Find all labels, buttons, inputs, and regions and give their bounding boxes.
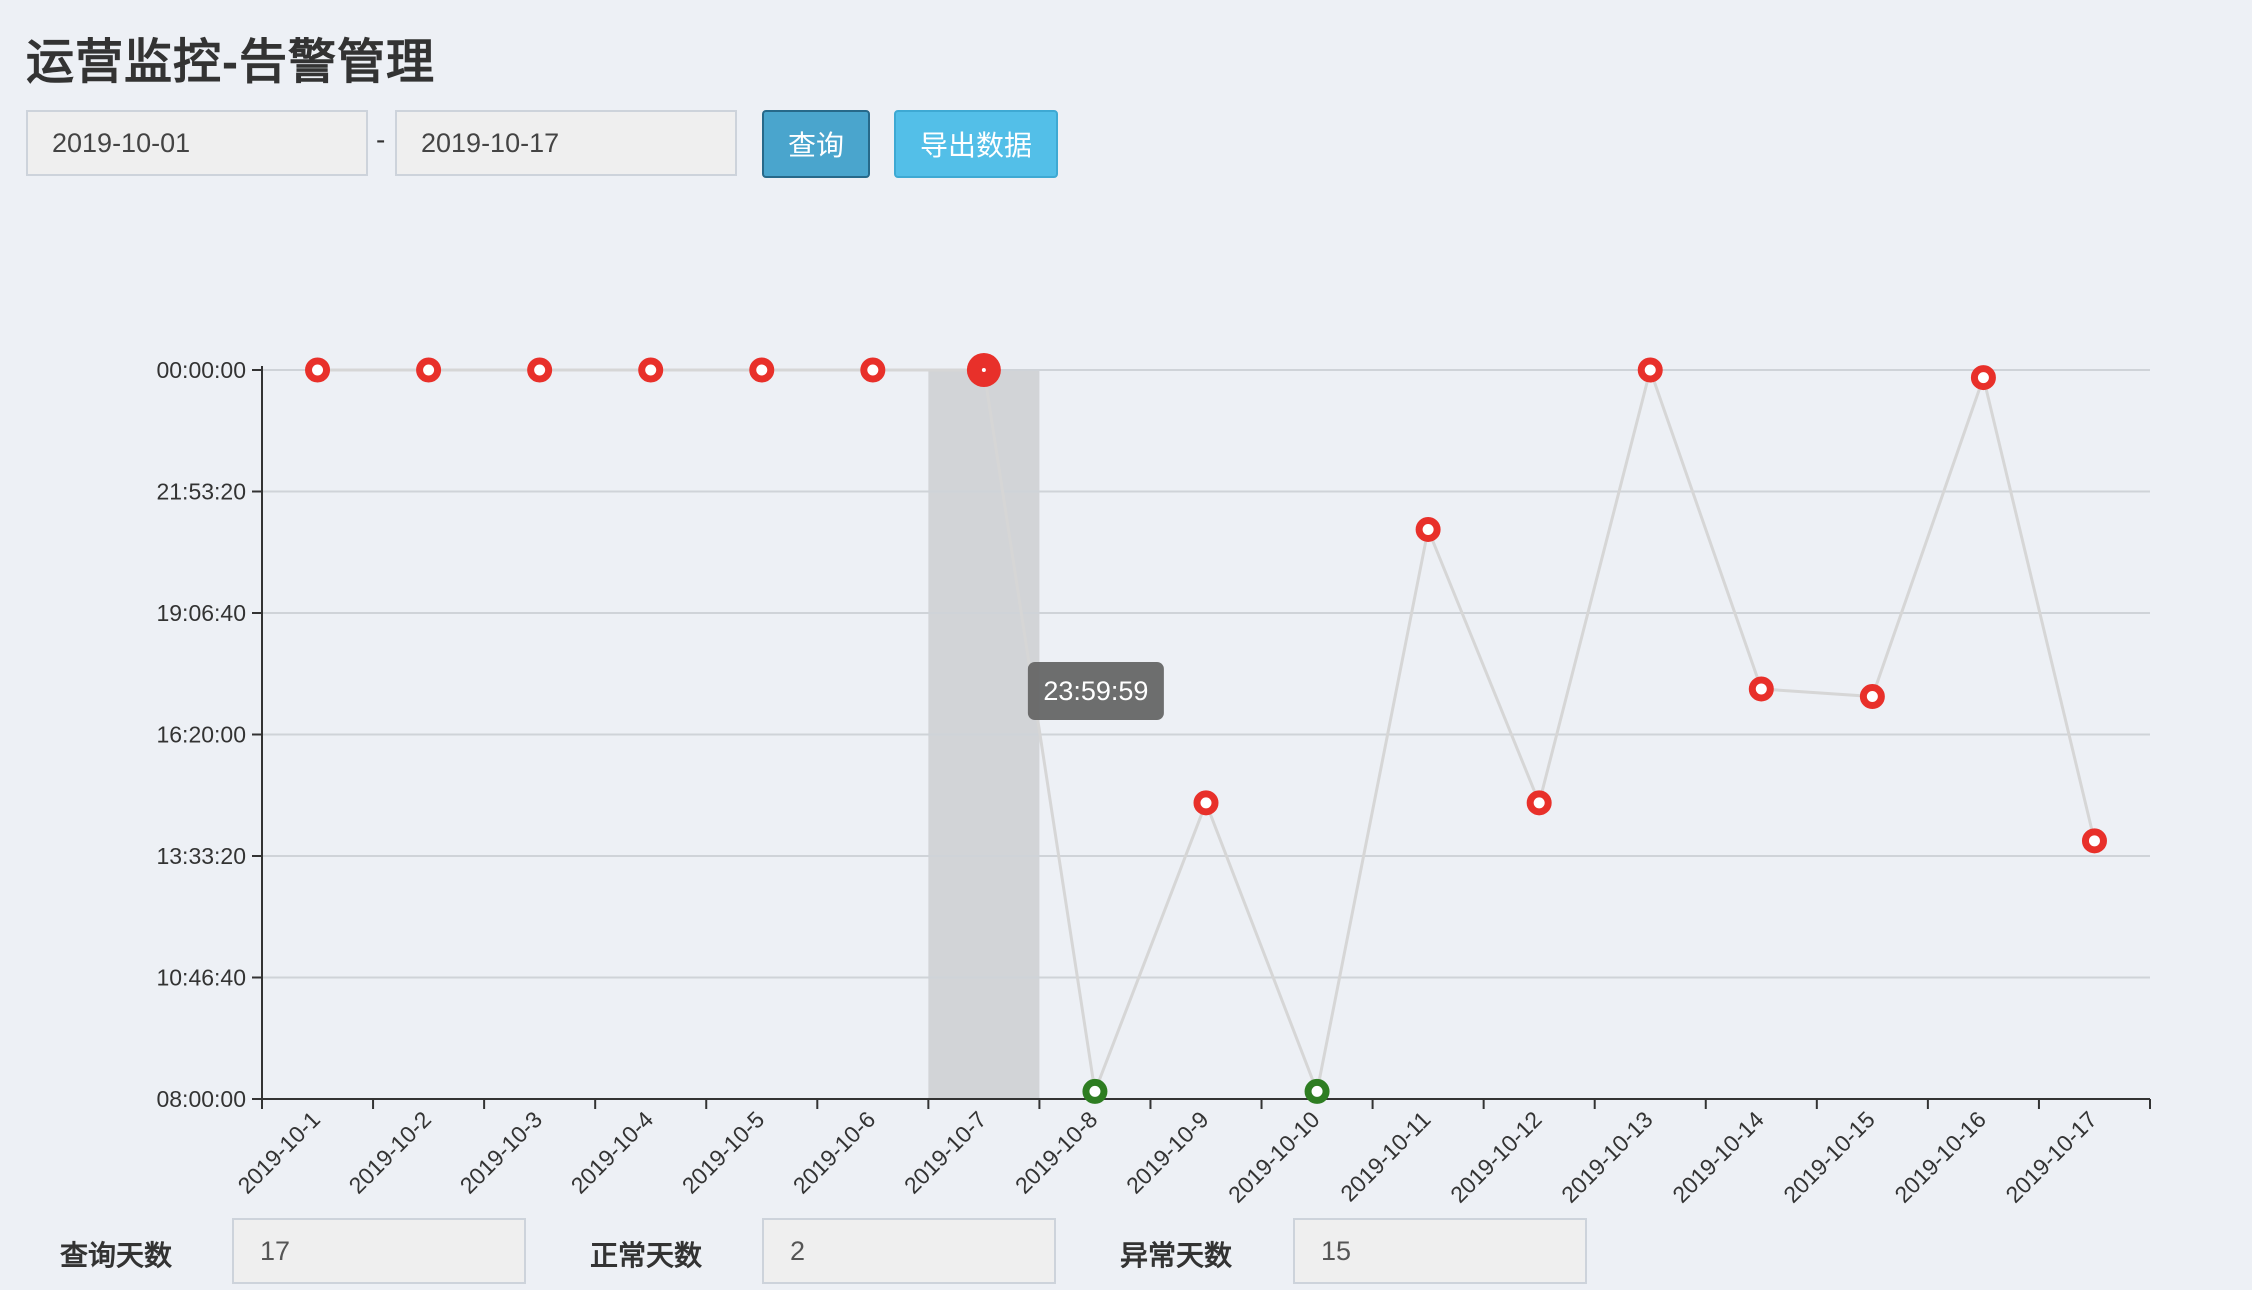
x-tick-label: 2019-10-10 (1223, 1106, 1325, 1208)
x-tick-label: 2019-10-5 (677, 1106, 770, 1199)
data-point (860, 357, 886, 383)
x-tick-label: 2019-10-9 (1121, 1106, 1214, 1199)
data-point (749, 357, 775, 383)
y-tick-label: 00:00:00 (156, 357, 246, 383)
x-tick-label: 2019-10-2 (344, 1106, 437, 1199)
data-point-active-center (981, 368, 986, 373)
y-tick-label: 21:53:20 (156, 479, 246, 505)
x-tick-label: 2019-10-1 (233, 1106, 326, 1199)
data-point (1082, 1078, 1108, 1104)
x-tick-label: 2019-10-15 (1778, 1106, 1880, 1208)
abnormal-days-label: 异常天数 (1120, 1239, 1233, 1272)
data-point (416, 357, 442, 383)
normal-days-label: 正常天数 (590, 1239, 703, 1272)
y-tick-label: 16:20:00 (156, 722, 246, 748)
data-point (305, 357, 331, 383)
alarm-time-chart: 08:00:00 10:46:40 13:33:20 16:20:00 19:06:40… (156, 353, 2151, 1208)
data-point (1748, 676, 1774, 702)
data-point (1304, 1078, 1330, 1104)
x-tick-label: 2019-10-3 (455, 1106, 548, 1199)
x-tick-label: 2019-10-14 (1667, 1106, 1769, 1208)
abnormal-days-field[interactable] (1293, 1218, 1587, 1284)
data-point (2081, 828, 2107, 854)
y-tick-label: 19:06:40 (156, 600, 246, 626)
y-tick-label: 13:33:20 (156, 843, 246, 869)
data-point (1970, 365, 1996, 391)
query-days-label: 查询天数 (60, 1239, 173, 1272)
data-point (527, 357, 553, 383)
x-tick-label: 2019-10-12 (1445, 1106, 1547, 1208)
x-tick-label: 2019-10-8 (1010, 1106, 1103, 1199)
data-point (1637, 357, 1663, 383)
data-point (638, 357, 664, 383)
x-tick-label: 2019-10-4 (566, 1106, 659, 1199)
data-point (1859, 684, 1885, 710)
data-point (1415, 516, 1441, 542)
query-days-field[interactable] (232, 1218, 526, 1284)
x-tick-label: 2019-10-6 (788, 1106, 881, 1199)
x-tick-label: 2019-10-11 (1335, 1106, 1435, 1206)
data-point (1193, 790, 1219, 816)
x-tick-label: 2019-10-13 (1556, 1106, 1658, 1208)
x-tick-label: 2019-10-17 (2000, 1106, 2102, 1208)
normal-days-field[interactable] (762, 1218, 1056, 1284)
tooltip-text: 23:59:59 (1043, 676, 1148, 706)
y-tick-label: 10:46:40 (156, 965, 246, 991)
y-tick-label: 08:00:00 (156, 1086, 246, 1112)
series-line (317, 364, 2096, 1098)
data-point (1526, 790, 1552, 816)
x-tick-label: 2019-10-16 (1889, 1106, 1991, 1208)
x-tick-label: 2019-10-7 (899, 1106, 992, 1199)
